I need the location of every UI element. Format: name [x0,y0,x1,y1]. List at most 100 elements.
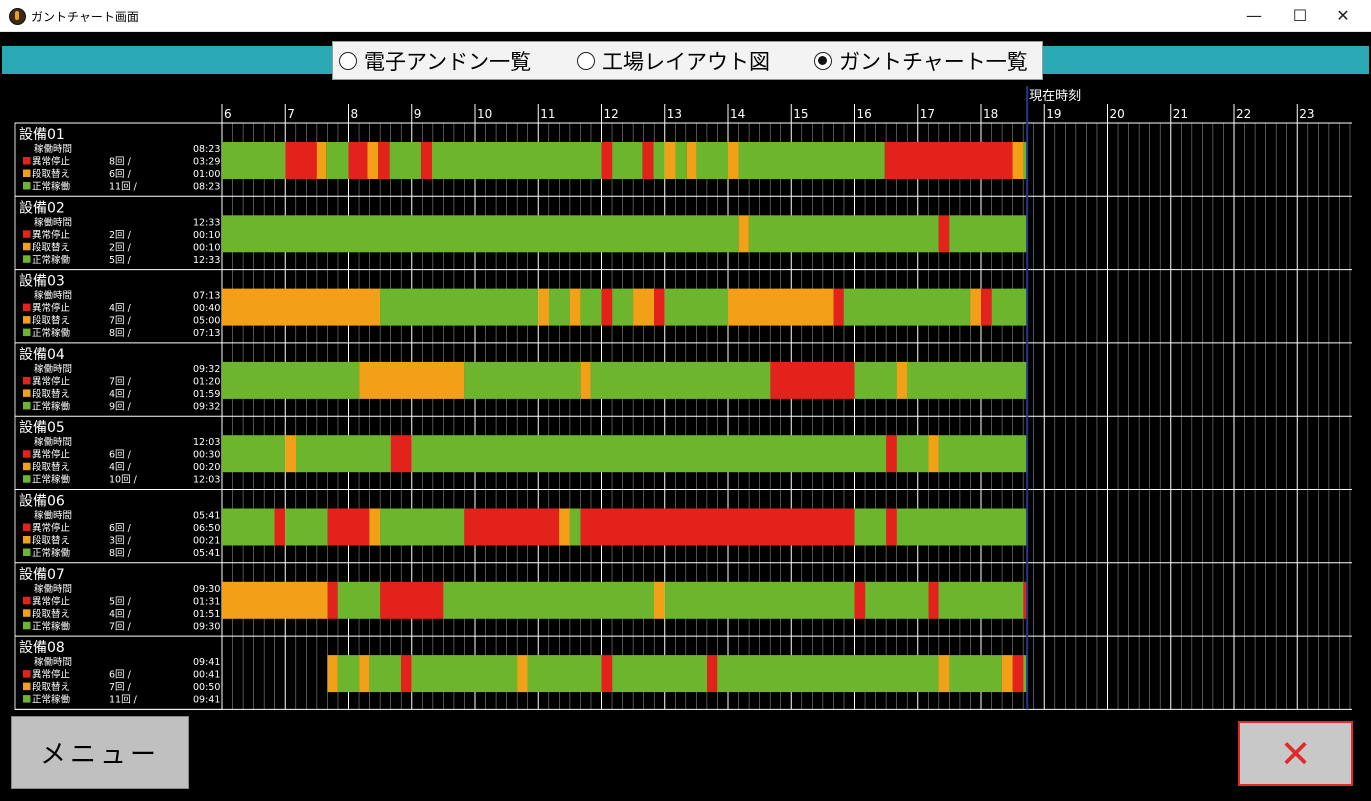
stat-label: 稼働時間 [34,510,72,522]
stat-label: 段取替え [32,461,70,473]
stat-count: 10回 / [109,475,138,486]
gantt-bar-running [326,142,349,179]
gantt-bar-abnormal_stop [601,142,613,179]
gantt-bar-running [653,142,665,179]
legend-swatch [23,230,31,238]
hour-tick-label: 22 [1236,107,1251,121]
gantt-bar-abnormal_stop [400,655,412,693]
gantt-bar-running [612,142,643,179]
stat-count: 11回 / [109,182,138,193]
gantt-bar-running [222,142,286,179]
close-button[interactable]: ✕ [1238,721,1353,786]
gantt-bar-setup_change [970,288,981,326]
legend-swatch [23,255,31,263]
legend-swatch [23,376,31,385]
gantt-bar-running [411,435,887,473]
stat-label: 異常停止 [32,229,71,241]
stat-label: 正常稼働 [32,620,71,632]
gantt-bar-running [380,508,465,546]
gantt-bar-setup_change [327,655,338,693]
stat-count: 7回 / [109,376,132,387]
stat-time: 07:13 [193,328,220,339]
legend-swatch [23,523,31,531]
gantt-bar-abnormal_stop [886,508,897,546]
stat-count: 8回 / [109,157,132,168]
gantt-bar-setup_change [928,435,939,473]
gantt-bar-setup_change [1012,142,1024,179]
stat-time: 09:32 [193,401,220,412]
gantt-bar-running [222,361,360,399]
gantt-bar-running [865,581,929,619]
stat-time: 01:51 [193,609,220,620]
stat-time: 05:00 [193,316,220,327]
gantt-bar-setup_change [738,215,749,253]
gantt-bar-setup_change [316,142,327,179]
hour-tick-label: 15 [793,107,808,121]
gantt-bar-running [549,288,570,326]
stat-label: 異常停止 [32,375,71,387]
stat-label: 段取替え [32,388,70,400]
machine-name: 設備02 [19,200,65,216]
gantt-bar-abnormal_stop [886,435,897,473]
stat-time: 09:41 [193,695,220,706]
stat-label: 稼働時間 [34,583,72,595]
gantt-bar-setup_change [896,361,907,399]
hour-tick-label: 18 [983,107,998,121]
legend-swatch [23,596,31,605]
stat-count: 7回 / [109,316,132,327]
stat-label: 段取替え [32,315,70,327]
gantt-bar-abnormal_stop [390,435,412,473]
hour-tick-label: 21 [1173,107,1188,121]
machine-name: 設備04 [19,347,65,363]
gantt-bar-running [296,435,391,473]
gantt-chart: 6 7 8 9 10 11 12 13 14 15 16 17 18 19 20 21 22 23設備01稼働時間… [14,86,1352,710]
machine-name: 設備07 [19,567,65,583]
stat-time: 05:41 [193,548,220,559]
gantt-bar-abnormal_stop [580,508,855,546]
gantt-bar-abnormal_stop [938,215,950,253]
stat-count: 3回 / [109,536,132,547]
gantt-bar-setup_change [222,288,381,326]
gantt-bar-setup_change [728,288,834,326]
stat-time: 12:03 [193,475,220,486]
gantt-bar-setup_change [367,142,379,179]
gantt-bar-abnormal_stop [981,288,992,326]
hour-tick-label: 14 [730,107,745,121]
stat-time: 00:10 [193,230,220,241]
gantt-bar-running [738,142,885,179]
hour-tick-label: 20 [1110,107,1125,121]
legend-swatch [23,536,31,544]
gantt-bar-running [222,215,739,253]
legend-swatch [23,389,31,397]
gantt-bar-setup_change [359,655,370,693]
stat-label: 正常稼働 [32,694,71,706]
gantt-bar-running [949,655,1002,693]
menu-button[interactable]: メニュー [11,716,189,789]
gantt-bar-running [664,581,855,619]
gantt-bar-running [411,655,518,693]
stat-label: 異常停止 [32,156,71,168]
stat-count: 7回 / [109,621,132,632]
gantt-bar-setup_change [359,361,465,399]
stat-count: 5回 / [109,255,132,266]
stat-label: 稼働時間 [34,436,72,448]
stat-label: 稼働時間 [34,143,72,155]
stat-time: 00:10 [193,242,220,253]
stat-time: 06:50 [193,523,220,534]
gantt-bar-running [580,288,602,326]
stat-label: 稼働時間 [34,290,72,302]
gantt-bar-abnormal_stop [1012,655,1024,693]
stat-label: 正常稼働 [32,400,71,412]
stat-count: 4回 / [109,389,132,400]
stat-time: 12:03 [193,437,220,448]
hour-tick-label: 11 [540,107,555,121]
gantt-bar-running [896,508,1028,546]
stat-time: 00:20 [193,462,220,473]
hour-tick-label: 12 [604,107,619,121]
gantt-bar-running [590,361,771,399]
stat-label: 段取替え [32,535,70,547]
gantt-bar-running [696,142,728,179]
stat-time: 09:30 [193,621,220,632]
gantt-bar-setup_change [517,655,528,693]
legend-swatch [23,242,31,251]
